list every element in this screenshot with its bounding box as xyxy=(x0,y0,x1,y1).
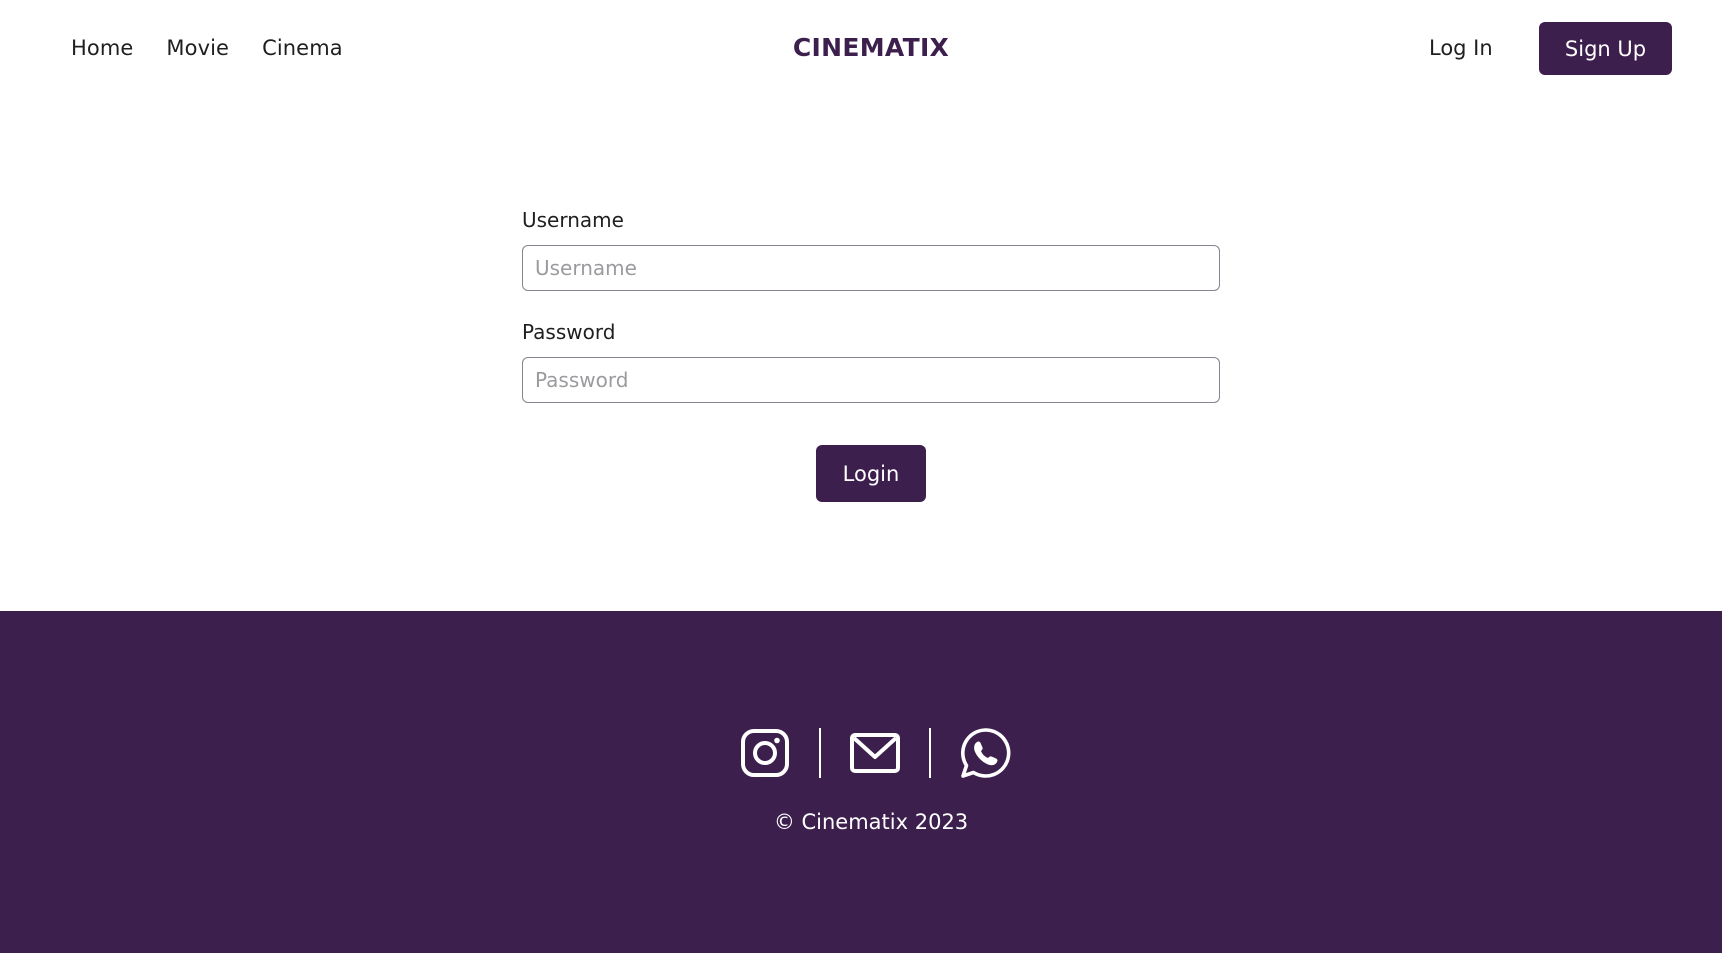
login-form: Username Password xyxy=(522,208,1220,432)
mail-icon[interactable] xyxy=(849,727,901,779)
footer-divider xyxy=(819,728,821,778)
login-submit-button[interactable]: Login xyxy=(816,445,926,502)
instagram-icon[interactable] xyxy=(739,727,791,779)
password-input[interactable] xyxy=(522,357,1220,403)
copyright-text: © Cinematix 2023 xyxy=(773,810,969,834)
password-group: Password xyxy=(522,320,1220,403)
signup-button[interactable]: Sign Up xyxy=(1539,22,1672,75)
password-label: Password xyxy=(522,320,616,344)
login-link[interactable]: Log In xyxy=(1429,36,1493,60)
username-group: Username xyxy=(522,208,1220,291)
top-navbar: Home Movie Cinema CINEMATIX Log In Sign … xyxy=(0,0,1722,100)
footer-divider xyxy=(929,728,931,778)
whatsapp-icon[interactable] xyxy=(959,727,1011,779)
page: Home Movie Cinema CINEMATIX Log In Sign … xyxy=(0,0,1722,953)
footer: © Cinematix 2023 xyxy=(0,611,1722,953)
username-input[interactable] xyxy=(522,245,1220,291)
username-label: Username xyxy=(522,208,624,232)
social-links xyxy=(739,727,1011,779)
